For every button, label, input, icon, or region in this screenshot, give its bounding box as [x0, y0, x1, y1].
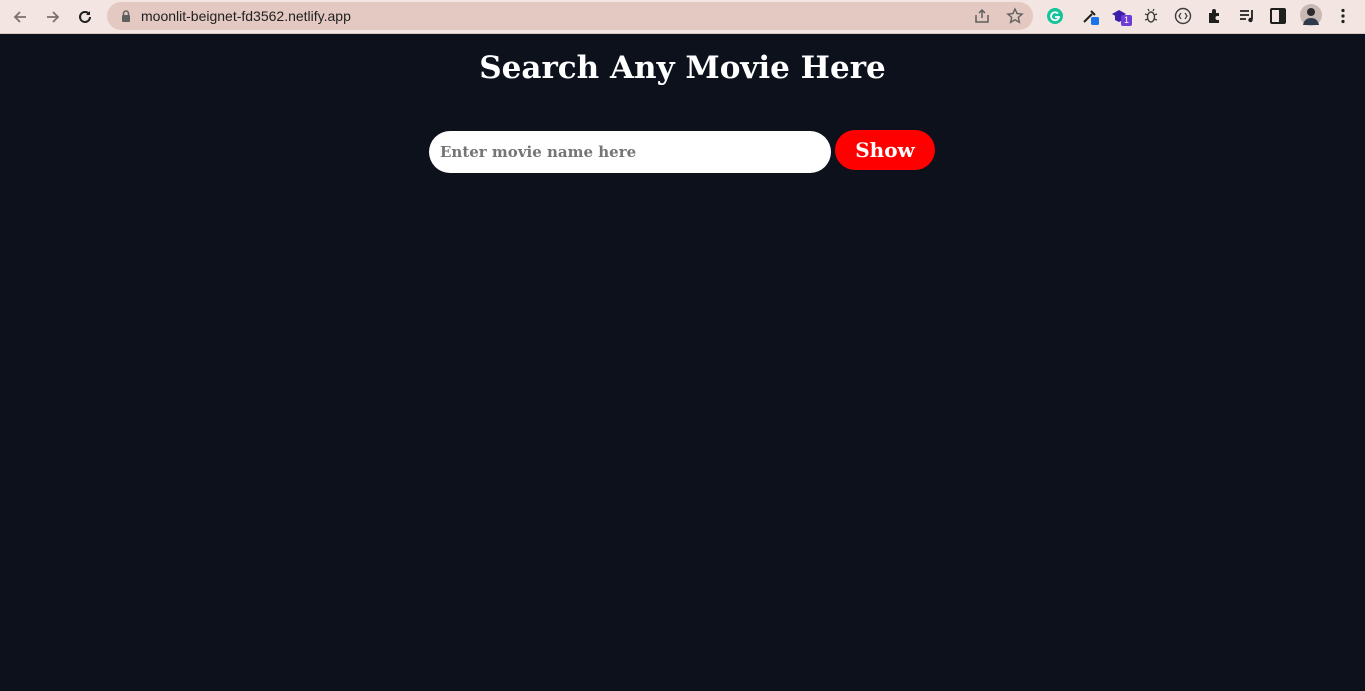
- bug-extension[interactable]: [1141, 6, 1161, 26]
- browser-menu-button[interactable]: [1333, 6, 1353, 26]
- media-controls-button[interactable]: [1237, 6, 1257, 26]
- reload-icon: [79, 10, 91, 23]
- show-button[interactable]: Show: [835, 130, 935, 170]
- eyedropper-icon: [1083, 10, 1099, 25]
- code-circle-icon: [1174, 7, 1192, 25]
- address-bar[interactable]: moonlit-beignet-fd3562.netlify.app: [107, 2, 1033, 30]
- page-title: Search Any Movie Here: [479, 50, 886, 86]
- kebab-menu-icon: [1341, 8, 1345, 24]
- reload-button[interactable]: [73, 5, 97, 29]
- playlist-music-icon: [1240, 10, 1253, 23]
- puzzle-piece-icon: [1209, 9, 1219, 23]
- movie-search-input[interactable]: [429, 131, 831, 173]
- color-picker-extension[interactable]: [1080, 6, 1100, 26]
- grammarly-extension[interactable]: [1045, 6, 1065, 26]
- user-avatar-icon: [1300, 4, 1322, 26]
- bookmark-star-icon[interactable]: [1006, 7, 1024, 25]
- back-button[interactable]: [8, 5, 32, 29]
- extensions-menu-button[interactable]: [1205, 6, 1225, 26]
- lock-icon: [122, 10, 130, 22]
- forward-button[interactable]: [41, 5, 65, 29]
- grammarly-icon: [1047, 8, 1063, 24]
- browser-toolbar: moonlit-beignet-fd3562.netlify.app 1: [0, 0, 1365, 34]
- arrow-left-icon: [13, 11, 26, 23]
- academic-extension[interactable]: 1: [1110, 6, 1132, 26]
- side-panel-button[interactable]: [1268, 6, 1288, 26]
- share-icon[interactable]: [973, 7, 991, 25]
- profile-avatar[interactable]: [1300, 4, 1322, 26]
- dev-extension[interactable]: [1173, 6, 1193, 26]
- bug-icon: [1144, 8, 1158, 23]
- arrow-right-icon: [47, 11, 60, 23]
- extension-badge: 1: [1121, 15, 1132, 26]
- url-text: moonlit-beignet-fd3562.netlify.app: [141, 8, 351, 24]
- side-panel-icon: [1270, 8, 1286, 24]
